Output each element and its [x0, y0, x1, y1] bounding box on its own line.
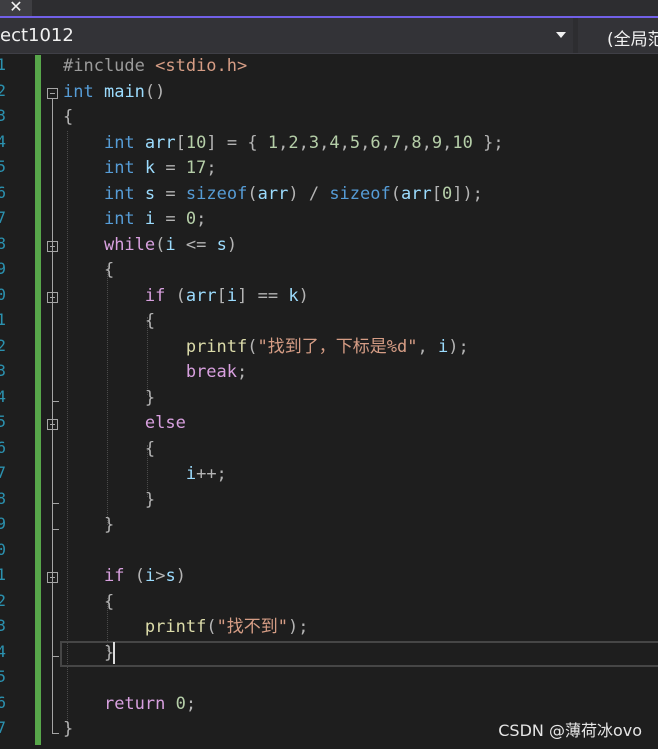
line-number: 3: [0, 616, 6, 635]
code-line[interactable]: int i = 0;: [63, 207, 206, 232]
code-line[interactable]: {: [63, 105, 73, 130]
line-number: 7: [0, 718, 6, 737]
line-number: 2: [0, 336, 6, 355]
outline-end-tick: [52, 656, 59, 657]
line-number: 5: [0, 667, 6, 686]
collapse-main-icon[interactable]: [47, 88, 58, 99]
code-line[interactable]: {: [63, 590, 114, 615]
line-number: 3: [0, 106, 6, 125]
line-number: 9: [0, 514, 6, 533]
collapse-if-icon[interactable]: [47, 572, 58, 583]
current-line-highlight: [60, 641, 658, 667]
code-editor[interactable]: 1 2 3 4 5 6 7 8 9 0 1 2 3 4 5 6 7 8 9 0 …: [0, 54, 658, 749]
project-dropdown[interactable]: ect1012: [0, 18, 573, 53]
line-number: 1: [0, 565, 6, 584]
watermark: CSDN @薄荷冰ovo: [498, 721, 642, 740]
scope-dropdown[interactable]: (全局范: [578, 18, 658, 53]
line-number: 2: [0, 591, 6, 610]
code-line[interactable]: while(i <= s): [63, 233, 237, 258]
code-line[interactable]: printf("找到了，下标是%d", i);: [63, 335, 469, 360]
code-line[interactable]: return 0;: [63, 692, 196, 717]
outline-line: [52, 99, 53, 733]
code-line[interactable]: }: [63, 641, 114, 666]
line-number: 9: [0, 259, 6, 278]
line-number: 6: [0, 693, 6, 712]
line-number: 8: [0, 489, 6, 508]
line-number: 1: [0, 55, 6, 74]
line-number: 8: [0, 234, 6, 253]
code-editor-window: ✕ ect1012 (全局范 1 2 3 4 5 6 7 8 9 0 1 2 3…: [0, 0, 658, 749]
outline-end-tick: [52, 529, 59, 530]
change-tracking-bar: [35, 55, 41, 745]
outline-end-tick: [52, 503, 59, 504]
line-number: 5: [0, 157, 6, 176]
code-line[interactable]: #include <stdio.h>: [63, 54, 247, 79]
code-line[interactable]: }: [63, 717, 73, 742]
line-number: 4: [0, 642, 6, 661]
code-line[interactable]: printf("找不到");: [63, 615, 309, 640]
collapse-if-icon[interactable]: [47, 292, 58, 303]
code-line[interactable]: {: [63, 309, 155, 334]
code-line[interactable]: {: [63, 258, 114, 283]
line-number: 1: [0, 310, 6, 329]
code-line[interactable]: i++;: [63, 462, 227, 487]
line-number: 0: [0, 540, 6, 559]
outline-end-tick: [52, 733, 59, 734]
code-line[interactable]: int arr[10] = { 1,2,3,4,5,6,7,8,9,10 };: [63, 131, 504, 156]
code-line[interactable]: {: [63, 437, 155, 462]
code-line[interactable]: int k = 17;: [63, 156, 217, 181]
code-line[interactable]: }: [63, 488, 155, 513]
line-number: 4: [0, 387, 6, 406]
scope-dropdown-label: (全局范: [607, 30, 658, 50]
close-tab-icon[interactable]: ✕: [0, 0, 32, 16]
outline-end-tick: [52, 401, 59, 402]
line-number: 5: [0, 412, 6, 431]
document-tab-strip: ✕: [0, 0, 658, 18]
code-line[interactable]: int main(): [63, 80, 165, 105]
collapse-else-icon[interactable]: [47, 419, 58, 430]
code-line[interactable]: break;: [63, 360, 247, 385]
code-line[interactable]: if (arr[i] == k): [63, 284, 309, 309]
line-number: 4: [0, 132, 6, 151]
collapse-while-icon[interactable]: [47, 241, 58, 252]
navigation-bar: ect1012 (全局范: [0, 18, 658, 54]
code-line[interactable]: int s = sizeof(arr) / sizeof(arr[0]);: [63, 182, 483, 207]
code-line[interactable]: else: [63, 411, 186, 436]
line-number: 7: [0, 463, 6, 482]
line-number: 6: [0, 183, 6, 202]
line-number: 3: [0, 361, 6, 380]
code-line[interactable]: }: [63, 513, 114, 538]
line-number: 6: [0, 438, 6, 457]
line-number: 7: [0, 208, 6, 227]
chevron-down-icon[interactable]: [556, 32, 566, 38]
line-number: 0: [0, 285, 6, 304]
code-line[interactable]: if (i>s): [63, 564, 186, 589]
project-dropdown-label: ect1012: [0, 25, 74, 46]
code-line[interactable]: }: [63, 386, 155, 411]
line-number: 2: [0, 81, 6, 100]
